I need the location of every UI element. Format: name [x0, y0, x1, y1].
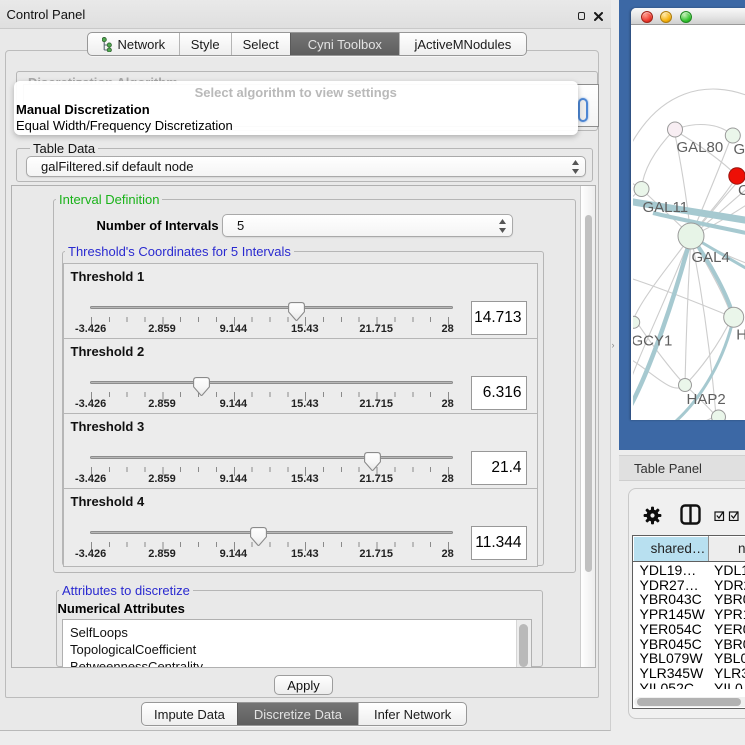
svg-text:C: C: [738, 182, 745, 199]
svg-text:GAL4: GAL4: [692, 249, 730, 266]
svg-text:GAL80: GAL80: [677, 139, 724, 156]
svg-text:GCY1: GCY1: [633, 333, 672, 350]
svg-text:GAL11: GAL11: [643, 199, 689, 216]
svg-text:GA: GA: [734, 141, 745, 158]
svg-text:HAP2: HAP2: [687, 391, 726, 408]
svg-text:H: H: [736, 327, 745, 344]
